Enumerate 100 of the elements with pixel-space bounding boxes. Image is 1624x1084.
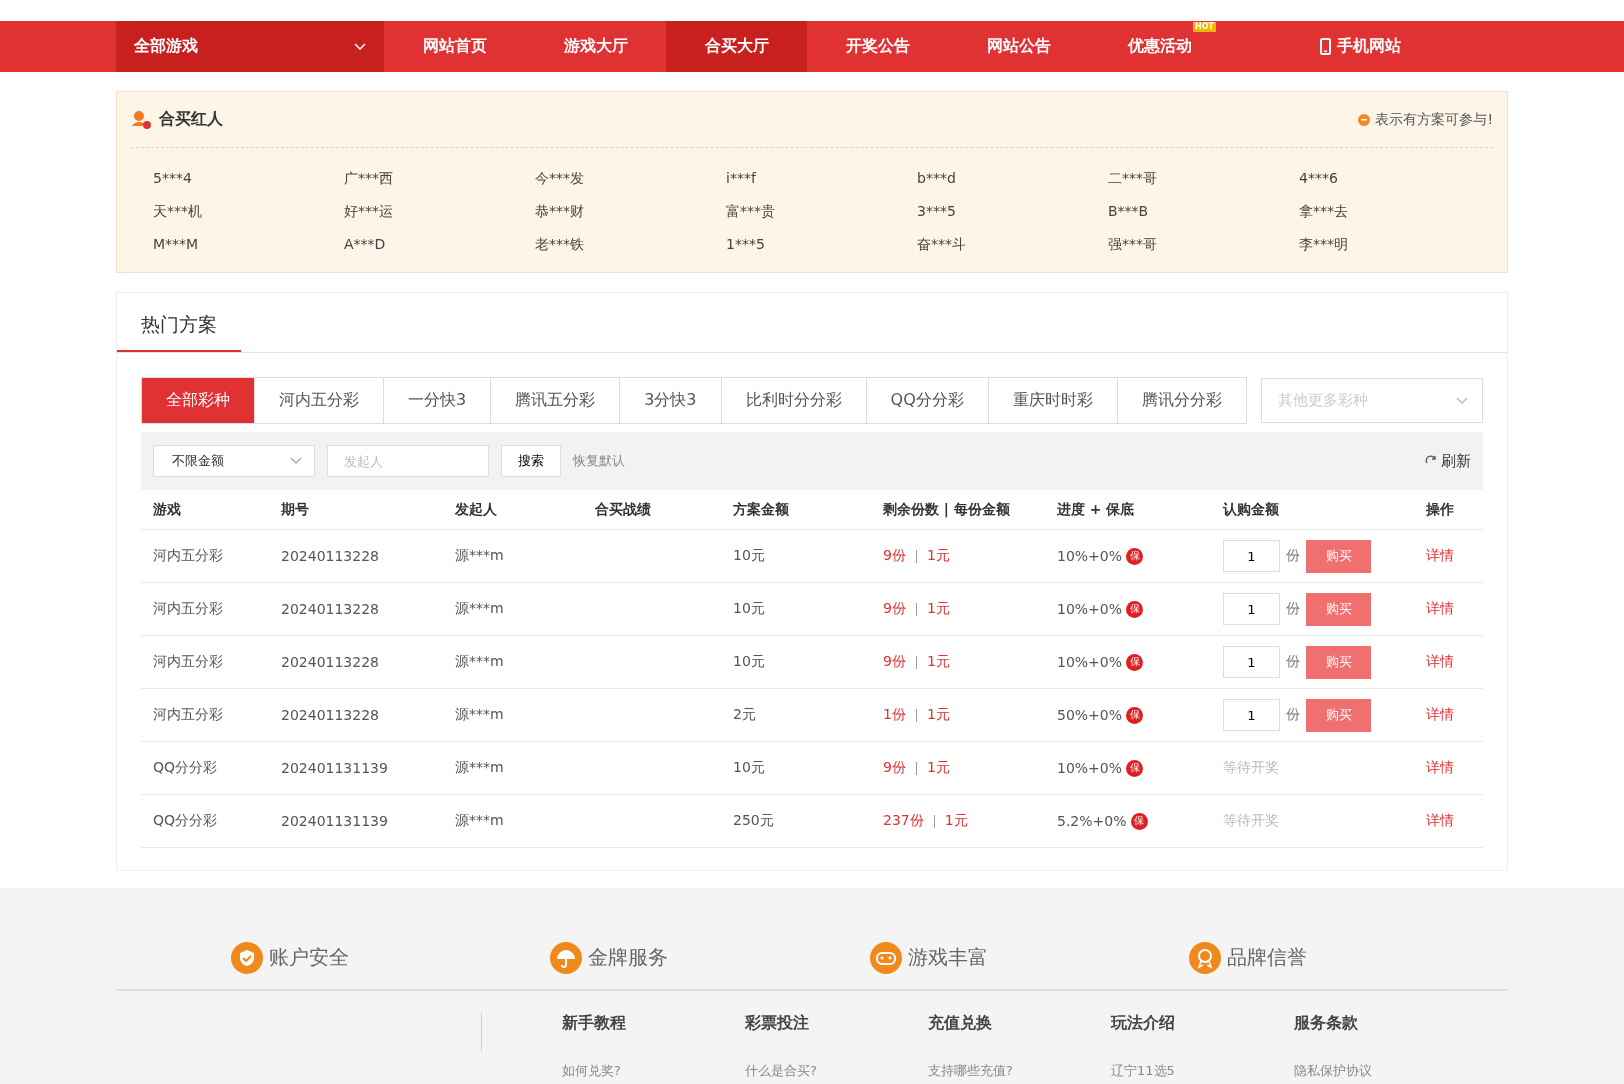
user-name-link[interactable]: 奋***斗 (917, 236, 966, 252)
lottery-tab[interactable]: QQ分分彩 (866, 377, 989, 424)
table-cell: QQ分分彩 (153, 759, 218, 775)
table-cell: 20240113228 (281, 654, 379, 670)
lottery-tab[interactable]: 重庆时时彩 (988, 377, 1118, 424)
feature-label: 金牌服务 (588, 944, 669, 971)
footer-heading: 充值兑换 (928, 1013, 993, 1034)
user-name-link[interactable]: 3***5 (917, 203, 956, 219)
user-name-link[interactable]: b***d (917, 170, 956, 186)
refresh-link[interactable]: 刷新 (1425, 451, 1471, 471)
table-cell: 源***m (455, 547, 504, 563)
table-cell: 10元 (733, 759, 765, 775)
lottery-tab[interactable]: 3分快3 (620, 377, 722, 424)
footer-heading: 彩票投注 (745, 1013, 810, 1034)
unit-label: 份 (1286, 600, 1300, 618)
column-header: 发起人 (455, 500, 497, 517)
search-button[interactable]: 搜索 (501, 445, 561, 477)
quantity-field[interactable]: 1 (1223, 699, 1280, 731)
quantity-field[interactable]: 1 (1223, 646, 1280, 678)
table-cell: 10元 (733, 547, 765, 563)
details-link[interactable]: 详情 (1426, 547, 1454, 563)
user-name-link[interactable]: 拿***去 (1299, 203, 1348, 219)
shares-cell: 9份 1元 (883, 547, 950, 563)
user-name-link[interactable]: 5***4 (153, 170, 192, 186)
guarantee-badge: 保 (1126, 600, 1144, 618)
user-name-link[interactable]: 广***西 (344, 170, 393, 186)
user-name-link[interactable]: 恭***财 (535, 203, 584, 219)
guarantee-badge: 保 (1126, 706, 1144, 724)
guarantee-badge: 保 (1130, 812, 1148, 830)
details-link[interactable]: 详情 (1426, 812, 1454, 828)
table-cell: 源***m (455, 759, 504, 775)
unit-label: 份 (1286, 653, 1300, 671)
lottery-tab[interactable]: 腾讯分分彩 (1117, 377, 1247, 424)
progress-text: 10%+0% (1057, 654, 1123, 670)
all-games-dropdown[interactable]: 全部游戏 (116, 21, 384, 72)
user-name-link[interactable]: 天***机 (153, 203, 202, 219)
user-name-link[interactable]: 4***6 (1299, 170, 1338, 186)
table-cell: 源***m (455, 706, 504, 722)
lottery-tab[interactable]: 全部彩种 (141, 377, 255, 424)
user-name-link[interactable]: 二***哥 (1108, 170, 1157, 186)
status-text: 等待开奖 (1223, 812, 1279, 830)
details-link[interactable]: 详情 (1426, 759, 1454, 775)
guarantee-badge: 保 (1126, 547, 1144, 565)
user-name-link[interactable]: B***B (1108, 203, 1149, 219)
lottery-tab[interactable]: 腾讯五分彩 (491, 377, 621, 424)
nav-link[interactable]: 开奖公告 (807, 21, 948, 72)
table-cell: 250元 (733, 812, 774, 828)
user-name-link[interactable]: 好***运 (344, 203, 393, 219)
nav-link[interactable]: 网站公告 (948, 21, 1089, 72)
table-cell: 2元 (733, 706, 756, 722)
footer-heading: 服务条款 (1294, 1013, 1359, 1034)
amount-select[interactable]: 不限金额 (153, 445, 315, 477)
shield-icon (231, 941, 263, 974)
user-name-link[interactable]: i***f (726, 170, 756, 186)
initiator-field[interactable]: 发起人 (327, 445, 489, 477)
progress-text: 50%+0% (1057, 707, 1123, 723)
progress-text: 10%+0% (1057, 601, 1123, 617)
column-header: 期号 (281, 500, 309, 517)
user-name-link[interactable]: 富***贵 (726, 203, 775, 219)
quantity-field[interactable]: 1 (1223, 593, 1280, 625)
status-text: 等待开奖 (1223, 759, 1279, 777)
user-name-link[interactable]: 今***发 (535, 170, 584, 186)
nav-link[interactable]: 网站首页 (384, 21, 525, 72)
nav-link[interactable]: 合买大厅 (666, 21, 807, 72)
feature-label: 游戏丰富 (907, 944, 988, 971)
user-name-link[interactable]: 老***铁 (535, 236, 584, 252)
user-icon (131, 109, 153, 130)
user-name-link[interactable]: 李***明 (1299, 236, 1348, 252)
nav-link[interactable]: 手机网站 (1290, 21, 1431, 72)
user-name-link[interactable]: M***M (153, 236, 199, 252)
details-link[interactable]: 详情 (1426, 706, 1454, 722)
nav-link[interactable]: 优惠活动 HOT (1089, 21, 1230, 72)
details-link[interactable]: 详情 (1426, 653, 1454, 669)
column-header: 操作 (1426, 500, 1454, 517)
footer-heading: 玩法介绍 (1111, 1013, 1176, 1034)
table-cell: 河内五分彩 (153, 547, 223, 563)
hot-users-title: 合买红人 (159, 109, 223, 130)
table-cell: 源***m (455, 812, 504, 828)
lottery-tab[interactable]: 一分快3 (384, 377, 492, 424)
details-link[interactable]: 详情 (1426, 600, 1454, 616)
shares-cell: 237份 1元 (883, 812, 968, 828)
table-cell: 202401131139 (281, 760, 388, 776)
quantity-field[interactable]: 1 (1223, 540, 1280, 572)
lottery-tab[interactable]: 比利时分分彩 (721, 377, 867, 424)
lottery-tab[interactable]: 河内五分彩 (255, 377, 384, 424)
table-cell: 河内五分彩 (153, 706, 223, 722)
user-name-link[interactable]: 1***5 (726, 236, 765, 252)
column-header: 剩余份数 | 每份金额 (883, 500, 1010, 517)
column-header: 方案金额 (733, 500, 789, 517)
user-name-link[interactable]: 强***哥 (1108, 236, 1157, 252)
guarantee-badge: 保 (1126, 759, 1144, 777)
user-name-link[interactable]: A***D (344, 236, 386, 252)
table-cell: 20240113228 (281, 548, 379, 564)
legend-text: 表示有方案可参与! (1375, 110, 1493, 129)
gamepad-icon (869, 941, 902, 974)
table-cell: 10元 (733, 653, 765, 669)
table-cell: 河内五分彩 (153, 653, 223, 669)
table-cell: QQ分分彩 (153, 812, 218, 828)
nav-link[interactable]: 游戏大厅 (525, 21, 666, 72)
shares-cell: 9份 1元 (883, 759, 950, 775)
